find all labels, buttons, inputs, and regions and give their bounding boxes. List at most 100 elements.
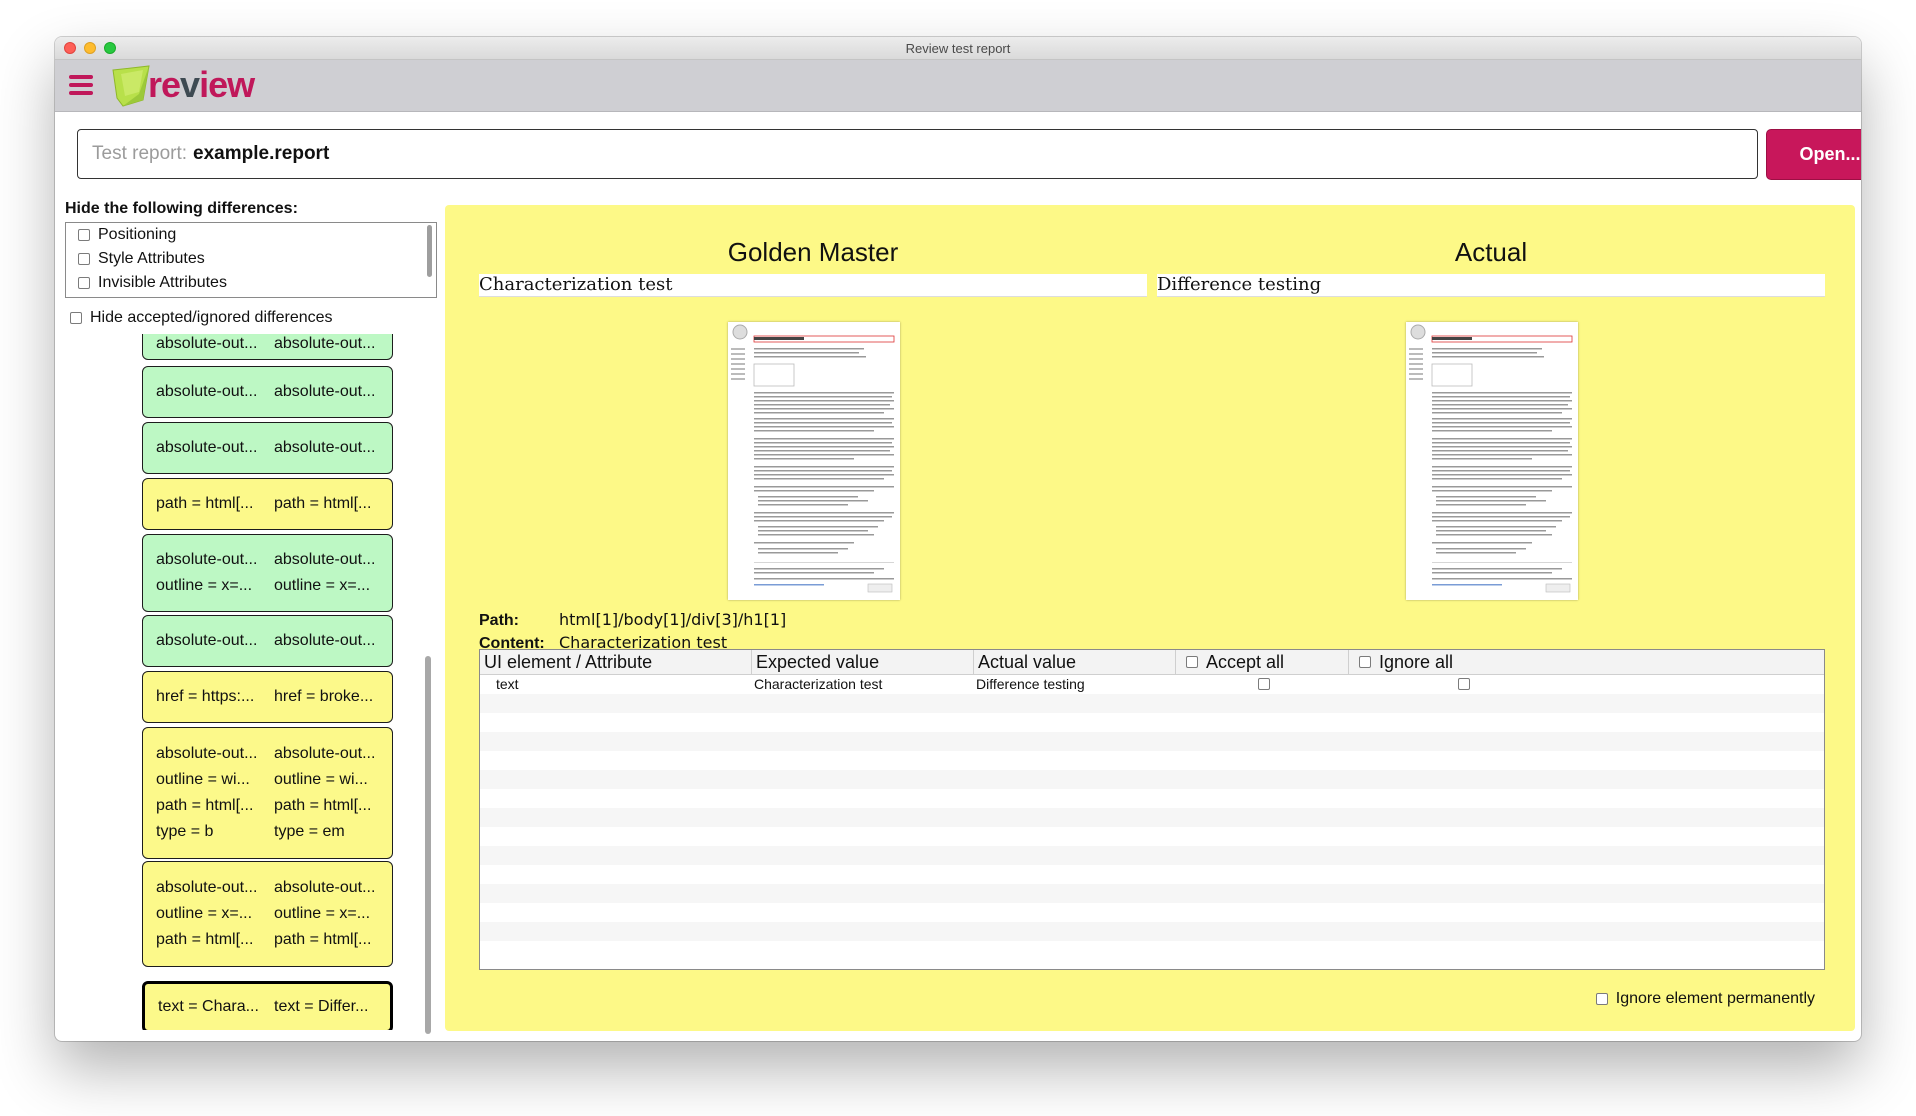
filter-invisible-attributes[interactable]: Invisible Attributes (66, 271, 436, 295)
actual-summary: path = html[... (274, 931, 372, 948)
difference-item[interactable]: href = https:... href = broke... (142, 671, 393, 723)
difference-line: absolute-out... absolute-out... (156, 875, 392, 901)
golden-master-heading: Golden Master (727, 237, 899, 267)
difference-item[interactable]: absolute-out... absolute-out... outline = … (142, 861, 393, 967)
checkbox-icon[interactable] (78, 229, 90, 241)
review-logo: review (109, 64, 269, 108)
filter-scrollbar[interactable] (427, 225, 432, 277)
header-expected-value[interactable]: Expected value (752, 650, 974, 674)
actual-summary: text = Differ... (274, 998, 369, 1015)
table-row (480, 941, 1824, 960)
golden-master-screenshot[interactable] (728, 322, 900, 600)
open-button[interactable]: Open... (1766, 129, 1861, 180)
checkbox-icon[interactable] (78, 253, 90, 265)
difference-item[interactable]: path = html[... path = html[... (142, 478, 393, 530)
logo-badge-icon (112, 65, 150, 107)
expected-summary: outline = x=... (156, 905, 253, 922)
table-row (480, 903, 1824, 922)
difference-line: absolute-out... absolute-out... (156, 628, 392, 654)
difference-item[interactable]: absolute-out... absolute-out... (142, 334, 393, 360)
actual-summary: absolute-out... (274, 632, 376, 649)
window-title: Review test report (905, 41, 1011, 56)
table-row (480, 713, 1824, 732)
table-row (480, 865, 1824, 884)
cell-attribute: text (496, 676, 519, 692)
difference-line: absolute-out... absolute-out... (156, 547, 392, 573)
filter-positioning[interactable]: Positioning (66, 223, 436, 247)
table-header: UI element / Attribute Expected value Ac… (480, 650, 1824, 675)
hide-accepted-toggle[interactable]: Hide accepted/ignored differences (70, 309, 333, 327)
accept-checkbox[interactable] (1258, 678, 1270, 690)
difference-item[interactable]: absolute-out... absolute-out... (142, 422, 393, 474)
difference-line: outline = x=... outline = x=... (156, 573, 392, 599)
ignore-element-permanently[interactable]: Ignore element permanently (1595, 990, 1815, 1008)
actual-summary: outline = x=... (274, 577, 371, 594)
difference-item[interactable]: absolute-out... absolute-out... (142, 366, 393, 418)
expected-summary: outline = x=... (156, 577, 253, 594)
actual-summary: absolute-out... (274, 335, 376, 352)
difference-line: text = Chara... text = Differ... (158, 994, 390, 1020)
golden-master-title: Characterization test (479, 274, 1147, 297)
actual-summary: absolute-out... (274, 745, 376, 762)
table-row[interactable]: text Characterization test Difference test… (480, 675, 1824, 694)
attribute-difference-table: UI element / Attribute Expected value Ac… (479, 649, 1825, 970)
difference-line: absolute-out... absolute-out... (156, 435, 392, 461)
actual-summary: path = html[... (274, 495, 372, 512)
actual-summary: type = em (274, 823, 345, 840)
header-ignore-all[interactable]: Ignore all (1349, 650, 1578, 674)
expected-summary: path = html[... (156, 495, 254, 512)
header-ui-element[interactable]: UI element / Attribute (480, 650, 752, 674)
accept-all-checkbox[interactable] (1186, 656, 1198, 668)
header-actual-value[interactable]: Actual value (974, 650, 1176, 674)
difference-detail-panel: Golden Master Actual Characterization te… (445, 205, 1855, 1031)
difference-item[interactable]: absolute-out... absolute-out... (142, 615, 393, 667)
expected-summary: absolute-out... (156, 335, 258, 352)
actual-summary: absolute-out... (274, 439, 376, 456)
difference-line: path = html[... path = html[... (156, 927, 392, 953)
difference-list: absolute-out... absolute-out... absolute-o… (65, 334, 437, 1030)
difference-item[interactable]: absolute-out... absolute-out... outline = … (142, 727, 393, 859)
table-row (480, 694, 1824, 713)
difference-line: outline = x=... outline = x=... (156, 901, 392, 927)
menu-icon[interactable] (69, 74, 93, 96)
test-report-field[interactable]: Test report: example.report (77, 129, 1758, 179)
difference-line: path = html[... path = html[... (156, 491, 392, 517)
ignore-checkbox[interactable] (1458, 678, 1470, 690)
table-row (480, 827, 1824, 846)
actual-title: Difference testing (1157, 274, 1825, 297)
difference-line: absolute-out... absolute-out... (156, 334, 392, 357)
actual-screenshot[interactable] (1406, 322, 1578, 600)
cell-expected-value: Characterization test (754, 676, 883, 692)
expected-summary: absolute-out... (156, 383, 258, 400)
table-row (480, 751, 1824, 770)
table-row (480, 884, 1824, 903)
logo-text: review (148, 64, 255, 105)
ignore-all-checkbox[interactable] (1359, 656, 1371, 668)
actual-summary: outline = wi... (274, 771, 368, 788)
test-report-label: Test report: (92, 143, 188, 164)
difference-line: absolute-out... absolute-out... (156, 379, 392, 405)
difference-line: path = html[... path = html[... (156, 793, 392, 819)
difference-line: absolute-out... absolute-out... (156, 741, 392, 767)
header-accept-all[interactable]: Accept all (1176, 650, 1349, 674)
actual-summary: absolute-out... (274, 383, 376, 400)
filter-style-attributes[interactable]: Style Attributes (66, 247, 436, 271)
checkbox-icon[interactable] (1595, 993, 1608, 1005)
difference-line: type = b type = em (156, 819, 392, 845)
difference-item[interactable]: absolute-out... absolute-out... outline = … (142, 534, 393, 612)
checkbox-icon[interactable] (78, 277, 90, 289)
checkbox-icon[interactable] (70, 312, 82, 324)
golden-master-page-preview (731, 324, 895, 593)
table-row (480, 922, 1824, 941)
expected-summary: type = b (156, 823, 214, 840)
difference-list-scrollbar[interactable] (425, 656, 431, 1034)
expected-summary: absolute-out... (156, 745, 258, 762)
table-row (480, 770, 1824, 789)
expected-summary: absolute-out... (156, 439, 258, 456)
difference-filter-list: Positioning Style Attributes Invisible A… (65, 222, 437, 298)
actual-summary: outline = x=... (274, 905, 371, 922)
difference-item[interactable]: text = Chara... text = Differ... (142, 981, 393, 1030)
app-window: Review test report review Test report: e… (55, 37, 1861, 1041)
expected-summary: path = html[... (156, 797, 254, 814)
expected-summary: absolute-out... (156, 632, 258, 649)
